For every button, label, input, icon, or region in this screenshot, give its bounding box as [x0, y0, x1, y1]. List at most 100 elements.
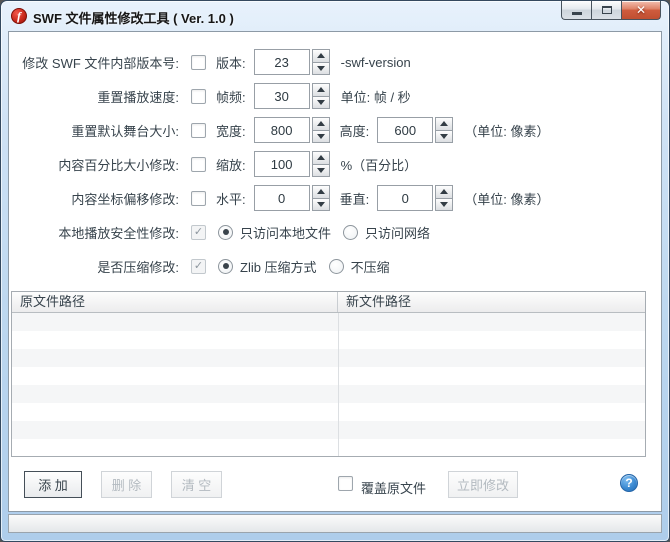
- app-window: f SWF 文件属性修改工具 ( Ver. 1.0 ) ✕ 修改 SWF 文件内…: [0, 0, 670, 542]
- client-area: 修改 SWF 文件内部版本号: ✓ 版本: -swf-version 重置播放速…: [8, 31, 662, 512]
- height-input[interactable]: [377, 117, 434, 143]
- security-checkbox[interactable]: ✓: [191, 224, 206, 240]
- spin-down-button[interactable]: [436, 129, 453, 142]
- close-icon: ✕: [635, 2, 647, 17]
- add-button[interactable]: 添 加: [24, 471, 82, 498]
- minimize-button[interactable]: [561, 1, 591, 20]
- scale-stepper: [253, 151, 330, 177]
- enable-offset-checkbox[interactable]: ✓: [191, 190, 206, 206]
- spin-down-button[interactable]: [312, 197, 329, 210]
- row-label: 本地播放安全性修改:: [58, 225, 179, 241]
- horizontal-input[interactable]: [253, 185, 310, 211]
- delete-button[interactable]: 删 除: [101, 471, 152, 498]
- row-suffix: （单位: 像素）: [464, 123, 550, 139]
- arrow-up-icon: [316, 121, 325, 127]
- scale-input[interactable]: [253, 151, 310, 177]
- arrow-up-icon: [440, 121, 449, 127]
- height-stepper: [377, 117, 454, 143]
- minimize-icon: [571, 12, 582, 15]
- radio-label: Zlib 压缩方式: [240, 259, 317, 275]
- file-table-body[interactable]: [12, 313, 645, 456]
- spin-down-button[interactable]: [312, 129, 329, 142]
- spin-up-button[interactable]: [312, 118, 329, 130]
- window-title: SWF 文件属性修改工具 ( Ver. 1.0 ): [33, 11, 234, 26]
- enable-version-checkbox[interactable]: ✓: [191, 54, 206, 70]
- enable-stage-size-checkbox[interactable]: ✓: [191, 122, 206, 138]
- spin-up-button[interactable]: [436, 118, 453, 130]
- spin-down-button[interactable]: [312, 61, 329, 74]
- arrow-down-icon: [440, 133, 449, 139]
- modify-now-button[interactable]: 立即修改: [448, 471, 518, 498]
- maximize-icon: [601, 6, 612, 14]
- row-suffix: 单位: 帧 / 秒: [340, 89, 411, 105]
- radio-local-files[interactable]: [218, 224, 233, 240]
- spin-down-button[interactable]: [436, 197, 453, 210]
- maximize-button[interactable]: [591, 1, 621, 20]
- column-header-new-path[interactable]: 新文件路径: [338, 292, 645, 312]
- vertical-input[interactable]: [377, 185, 434, 211]
- radio-no-compression[interactable]: [328, 258, 344, 274]
- field-label: 版本:: [216, 55, 246, 71]
- compression-checkbox[interactable]: ✓: [191, 258, 206, 274]
- radio-network-only[interactable]: [343, 224, 359, 240]
- spinner-buttons: [311, 151, 330, 177]
- spin-up-button[interactable]: [312, 84, 329, 96]
- arrow-down-icon: [440, 201, 449, 207]
- field-label: 宽度:: [216, 123, 246, 139]
- file-table: 原文件路径 新文件路径: [11, 291, 646, 457]
- row-suffix: %（百分比）: [340, 157, 418, 173]
- settings-form: 修改 SWF 文件内部版本号: ✓ 版本: -swf-version 重置播放速…: [9, 45, 661, 283]
- form-row-offset: 内容坐标偏移修改: ✓ 水平: 垂直:: [9, 181, 661, 215]
- app-icon: f: [11, 8, 27, 24]
- enable-framerate-checkbox[interactable]: ✓: [191, 88, 206, 104]
- arrow-up-icon: [316, 87, 325, 93]
- row-label: 是否压缩修改:: [97, 259, 179, 275]
- spin-up-button[interactable]: [312, 50, 329, 62]
- framerate-stepper: [253, 83, 330, 109]
- spinner-buttons: [311, 49, 330, 75]
- spinner-buttons: [435, 185, 454, 211]
- spin-down-button[interactable]: [312, 95, 329, 108]
- enable-scale-checkbox[interactable]: ✓: [191, 156, 206, 172]
- arrow-up-icon: [440, 189, 449, 195]
- form-row-version: 修改 SWF 文件内部版本号: ✓ 版本: -swf-version: [9, 45, 661, 79]
- clear-button[interactable]: 清 空: [171, 471, 222, 498]
- file-table-header: 原文件路径 新文件路径: [12, 292, 645, 313]
- row-label: 内容百分比大小修改:: [58, 157, 179, 173]
- arrow-up-icon: [316, 53, 325, 59]
- horizontal-stepper: [253, 185, 330, 211]
- overwrite-checkbox-label: 覆盖原文件: [361, 481, 427, 496]
- radio-zlib[interactable]: [218, 258, 233, 274]
- version-input[interactable]: [253, 49, 310, 75]
- overwrite-checkbox[interactable]: ✓: [338, 476, 353, 491]
- form-row-framerate: 重置播放速度: ✓ 帧频: 单位: 帧 / 秒: [9, 79, 661, 113]
- column-header-original-path[interactable]: 原文件路径: [12, 292, 338, 312]
- row-label: 重置播放速度:: [97, 89, 179, 105]
- spin-up-button[interactable]: [312, 186, 329, 198]
- radio-label: 只访问本地文件: [240, 225, 332, 241]
- radio-label: 不压缩: [350, 259, 390, 275]
- width-input[interactable]: [253, 117, 310, 143]
- spin-up-button[interactable]: [312, 152, 329, 164]
- form-row-scale: 内容百分比大小修改: ✓ 缩放: %（百分比）: [9, 147, 661, 181]
- arrow-down-icon: [316, 167, 325, 173]
- framerate-input[interactable]: [253, 83, 310, 109]
- help-icon[interactable]: ?: [620, 474, 638, 492]
- title-bar[interactable]: f SWF 文件属性修改工具 ( Ver. 1.0 ) ✕: [1, 1, 669, 31]
- field-label: 高度:: [339, 123, 370, 139]
- row-suffix: （单位: 像素）: [464, 191, 550, 207]
- spin-down-button[interactable]: [312, 163, 329, 176]
- arrow-down-icon: [316, 65, 325, 71]
- spinner-buttons: [311, 185, 330, 211]
- close-button[interactable]: ✕: [621, 1, 661, 20]
- caption-buttons: ✕: [561, 1, 661, 20]
- check-icon: ✓: [193, 259, 204, 272]
- radio-dot-icon: [222, 263, 229, 269]
- width-stepper: [253, 117, 330, 143]
- spin-up-button[interactable]: [436, 186, 453, 198]
- radio-dot-icon: [222, 229, 229, 235]
- arrow-up-icon: [316, 189, 325, 195]
- check-icon: ✓: [193, 225, 204, 238]
- field-label: 水平:: [216, 191, 246, 207]
- form-row-stage-size: 重置默认舞台大小: ✓ 宽度: 高度:: [9, 113, 661, 147]
